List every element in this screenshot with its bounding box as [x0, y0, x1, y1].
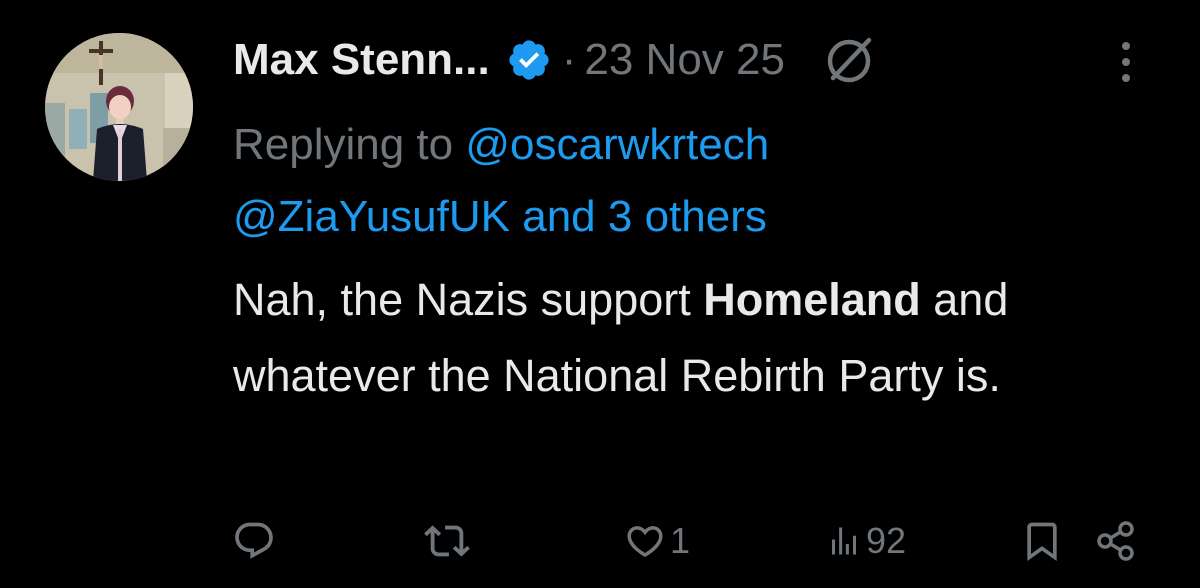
grok-icon[interactable]: [823, 34, 875, 86]
bookmark-icon: [1027, 522, 1057, 562]
reply-icon: [235, 522, 273, 559]
mention-link[interactable]: @ZiaYusufUK: [233, 192, 510, 241]
mention-conjunction: and: [510, 192, 608, 241]
others-link[interactable]: 3 others: [608, 192, 767, 241]
share-button[interactable]: [1094, 518, 1138, 564]
display-name[interactable]: Max Stenn...: [233, 35, 490, 85]
verified-badge-icon[interactable]: [506, 37, 552, 83]
replying-to-label: Replying to: [233, 120, 466, 169]
tweet: Max Stenn... · 23 Nov 25 Replying to @os…: [0, 0, 1200, 588]
more-icon[interactable]: [1112, 38, 1140, 88]
like-icon: [627, 526, 663, 558]
profile-photo: [45, 33, 193, 181]
bookmark-button[interactable]: [1020, 518, 1064, 564]
repost-icon: [424, 525, 470, 557]
tweet-date[interactable]: 23 Nov 25: [584, 35, 785, 85]
tweet-header: Max Stenn... · 23 Nov 25: [233, 30, 875, 90]
views-icon: [832, 527, 856, 555]
repost-button[interactable]: [424, 518, 470, 564]
share-icon: [1097, 521, 1134, 561]
views-count: 92: [866, 520, 907, 561]
reply-button[interactable]: [232, 518, 276, 564]
tweet-text-bold: Homeland: [703, 274, 921, 325]
action-bar: 1 92: [0, 510, 1200, 570]
tweet-text-part: Nah, the Nazis support: [233, 274, 704, 325]
avatar[interactable]: [45, 33, 193, 181]
like-count: 1: [670, 520, 691, 561]
replying-to: Replying to @oscarwkrtech @ZiaYusufUK and…: [233, 109, 1133, 253]
separator: ·: [561, 35, 577, 84]
like-button[interactable]: 1: [624, 518, 690, 564]
mention-link[interactable]: @oscarwkrtech: [465, 120, 769, 169]
views-button[interactable]: 92: [826, 518, 906, 564]
tweet-text: Nah, the Nazis support Homeland and what…: [233, 262, 1143, 414]
